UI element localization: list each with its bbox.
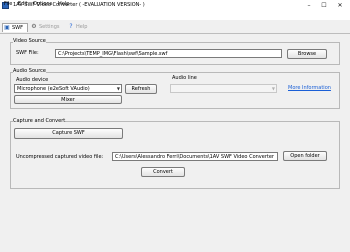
tab-settings[interactable]: ⚙ Settings xyxy=(30,23,64,32)
video-source-title: Video Source xyxy=(13,38,46,44)
output-file-label: Uncompressed captured video file: xyxy=(16,154,104,160)
audio-source-title: Audio Source xyxy=(13,68,46,74)
audio-device-dropdown[interactable]: Microphone (e2eSoft VAudio) ▼ xyxy=(14,84,122,93)
menu-file[interactable]: File xyxy=(4,1,12,8)
menu-edit[interactable]: Edit xyxy=(18,1,28,8)
swf-file-input[interactable]: C:\Projects\TEMP_IMG\Flash\swf\Sample.sw… xyxy=(55,49,282,58)
open-folder-button[interactable]: Open folder xyxy=(283,151,327,161)
capture-convert-title: Capture and Convert xyxy=(13,118,66,124)
menu-bar xyxy=(0,11,350,20)
mixer-button[interactable]: Mixer xyxy=(14,95,122,104)
refresh-button[interactable]: Refresh xyxy=(125,84,157,94)
maximize-button[interactable]: ☐ xyxy=(318,1,330,10)
minimize-button[interactable]: – xyxy=(303,1,315,10)
chevron-down-icon: ▼ xyxy=(271,86,275,91)
swf-file-label: SWF File: xyxy=(16,50,39,56)
audio-device-value: Microphone (e2eSoft VAudio) xyxy=(17,86,90,92)
menu-options[interactable]: Options xyxy=(33,1,52,8)
browse-button[interactable]: Browse xyxy=(287,49,327,59)
tab-help-label: Help xyxy=(76,24,88,30)
output-file-input[interactable]: C:\Users\Alessandro Ferri\Documents\1AV … xyxy=(112,152,278,161)
more-information-link[interactable]: More Information xyxy=(288,85,331,91)
audio-device-label: Audio device xyxy=(16,77,49,83)
chevron-down-icon: ▼ xyxy=(116,86,120,91)
close-button[interactable]: ✕ xyxy=(334,1,346,10)
tab-settings-label: Settings xyxy=(39,24,60,30)
audio-line-label: Audio line xyxy=(172,75,197,81)
tab-swf-label: SWF xyxy=(12,25,23,31)
convert-button[interactable]: Convert xyxy=(141,167,185,177)
gear-icon: ⚙ xyxy=(31,23,37,30)
tab-help[interactable]: ? Help xyxy=(67,23,91,32)
help-icon: ? xyxy=(69,23,73,30)
menu-help[interactable]: Help xyxy=(58,1,69,8)
tab-swf[interactable]: ▣ SWF xyxy=(2,23,28,32)
film-icon: ▣ xyxy=(4,24,10,31)
capture-swf-button[interactable]: Capture SWF xyxy=(14,128,123,139)
audio-line-dropdown[interactable]: ▼ xyxy=(170,84,277,93)
